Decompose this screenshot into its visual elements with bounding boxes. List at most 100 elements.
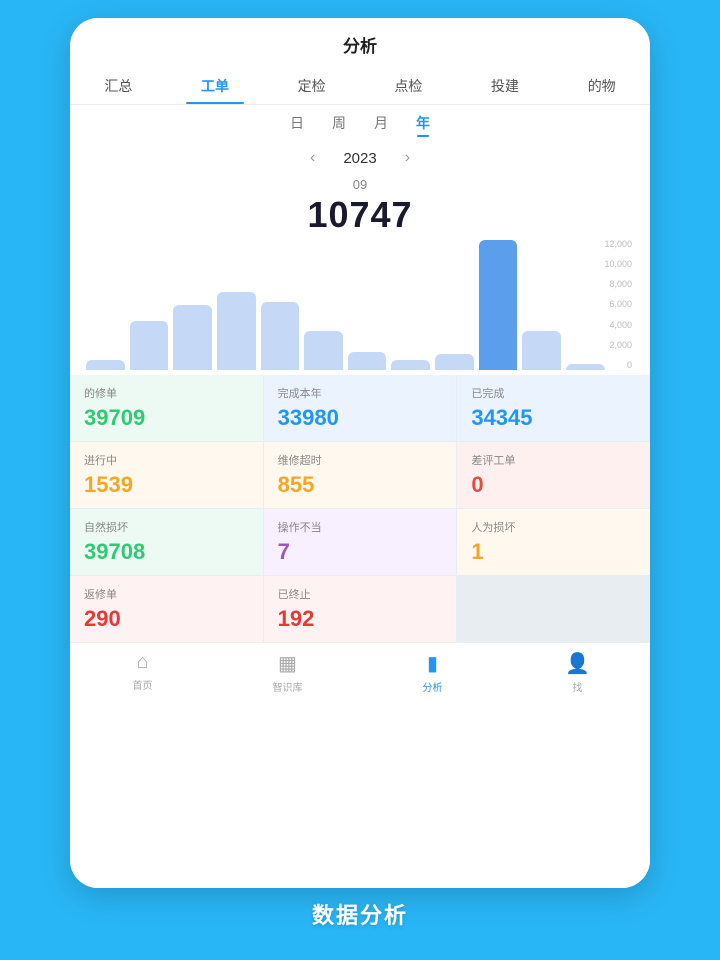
stat-cell-9[interactable]: 返修单 290 [70,576,263,642]
bar-col-10 [522,240,561,370]
tab-work-order[interactable]: 工单 [167,67,264,104]
bar-2[interactable] [173,305,212,370]
home-icon: ⌂ [136,651,148,674]
tab-items[interactable]: 的物 [553,67,650,104]
bar-col-4 [261,240,300,370]
nav-item-analysis[interactable]: ▮ 分析 [360,651,505,694]
bar-col-9 [479,240,518,370]
tab-investment[interactable]: 投建 [457,67,554,104]
bar-8[interactable] [435,354,474,370]
y-label-2: 8,000 [609,280,632,289]
stat-value-9: 290 [84,606,253,632]
stat-cell-4[interactable]: 维修超时 855 [264,442,457,508]
stat-value-8: 1 [471,539,640,565]
stat-label-4: 维修超时 [278,452,447,468]
stat-label-1: 完成本年 [278,385,447,401]
bar-11[interactable] [566,364,605,371]
bar-1[interactable] [130,321,169,370]
stat-cell-10[interactable]: 已终止192 [264,576,457,642]
stat-value-7: 7 [278,539,447,565]
tab-summary[interactable]: 汇总 [70,67,167,104]
prev-year-button[interactable]: ‹ [302,147,323,169]
tab-nav: 汇总 工单 定检 点检 投建 的物 [70,67,650,105]
bar-3[interactable] [217,292,256,370]
year-nav: ‹ 2023 › [70,143,650,171]
next-year-button[interactable]: › [397,147,418,169]
stat-label-10: 已终止 [278,586,447,602]
stat-cell-6[interactable]: 自然损坏 39708 [70,509,263,575]
stat-cell-7[interactable]: 操作不当 7 [264,509,457,575]
stats-grid: 的修单39709 完成本年 33980 已完成34345 进行中 1539 维修超时 855 差… [70,375,650,642]
y-label-4: 4,000 [609,321,632,330]
year-label: 2023 [343,150,376,167]
nav-label-profile: 找 [573,679,583,694]
bar-col-3 [217,240,256,370]
bar-col-5 [304,240,343,370]
stat-label-3: 进行中 [84,452,253,468]
header: 分析 汇总 工单 定检 点检 投建 的物 [70,18,650,105]
bar-col-7 [391,240,430,370]
main-content: 09 10747 12,000 10,000 8,000 6,000 4,000 2,00… [70,171,650,888]
y-label-5: 2,000 [609,341,632,350]
bottom-branding: 数据分析 [312,898,408,930]
chart-month: 09 [86,177,634,192]
bottom-nav: ⌂首页▦智识库▮分析👤找 [70,642,650,704]
y-label-0: 12,000 [604,240,632,249]
app-container: 分析 汇总 工单 定检 点检 投建 的物 日 周 月 年 ‹ 2023 › [70,18,650,888]
stat-value-1: 33980 [278,405,447,431]
bar-chart-wrapper: 12,000 10,000 8,000 6,000 4,000 2,000 0 [86,240,634,370]
chart-main-value: 10747 [86,194,634,236]
page-title: 分析 [70,32,650,67]
period-year[interactable]: 年 [416,113,430,137]
stat-value-4: 855 [278,472,447,498]
nav-label-analysis: 分析 [423,679,443,694]
tab-regular-check[interactable]: 定检 [263,67,360,104]
bar-4[interactable] [261,302,300,370]
period-day[interactable]: 日 [290,113,304,137]
nav-item-knowledge[interactable]: ▦ 智识库 [215,651,360,694]
stat-cell-8[interactable]: 人为损坏 1 [457,509,650,575]
stat-label-5: 差评工单 [471,452,640,468]
nav-label-home: 首页 [133,677,153,692]
stat-label-7: 操作不当 [278,519,447,535]
period-week[interactable]: 周 [332,113,346,137]
bar-0[interactable] [86,360,125,370]
chart-area: 09 10747 12,000 10,000 8,000 6,000 4,000 2,00… [70,171,650,374]
bar-9[interactable] [479,240,518,370]
nav-item-home[interactable]: ⌂ 首页 [70,651,215,694]
stat-cell-0[interactable]: 的修单39709 [70,375,263,441]
page-wrapper: 分析 汇总 工单 定检 点检 投建 的物 日 周 月 年 ‹ 2023 › [0,0,720,960]
stat-value-6: 39708 [84,539,253,565]
bar-col-1 [130,240,169,370]
stat-cell-5[interactable]: 差评工单 0 [457,442,650,508]
stat-label-8: 人为损坏 [471,519,640,535]
bar-6[interactable] [348,352,387,370]
stat-value-0: 39709 [84,405,253,431]
bar-5[interactable] [304,331,343,370]
nav-item-profile[interactable]: 👤找 [505,651,650,694]
bar-col-11 [566,240,605,370]
tab-spot-check[interactable]: 点检 [360,67,457,104]
bar-col-6 [348,240,387,370]
stat-cell-1[interactable]: 完成本年 33980 [264,375,457,441]
analysis-icon: ▮ [427,651,438,676]
bar-col-8 [435,240,474,370]
bar-10[interactable] [522,331,561,370]
stat-label-2: 已完成 [471,385,640,401]
profile-icon: 👤 [565,651,590,676]
stat-label-6: 自然损坏 [84,519,253,535]
bar-chart [86,240,604,370]
y-label-6: 0 [627,361,632,370]
y-label-3: 6,000 [609,300,632,309]
stat-label-9: 返修单 [84,586,253,602]
nav-label-knowledge: 智识库 [273,679,303,694]
stat-value-3: 1539 [84,472,253,498]
stat-value-5: 0 [471,472,640,498]
stat-cell-2[interactable]: 已完成34345 [457,375,650,441]
stat-cell-3[interactable]: 进行中 1539 [70,442,263,508]
y-label-1: 10,000 [604,260,632,269]
period-month[interactable]: 月 [374,113,388,137]
knowledge-icon: ▦ [278,651,297,676]
bar-col-0 [86,240,125,370]
bar-7[interactable] [391,360,430,370]
